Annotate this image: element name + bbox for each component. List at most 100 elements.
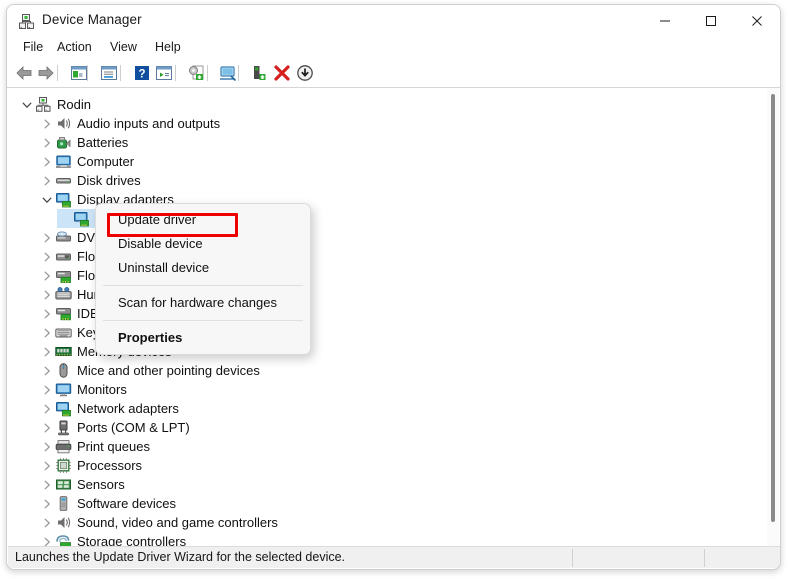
chevron-right-icon[interactable] [39,114,55,133]
chevron-right-icon[interactable] [39,418,55,437]
dvd-drive-icon [55,229,72,246]
tree-item-ports-com-lpt[interactable]: Ports (COM & LPT) [39,418,190,437]
status-text: Launches the Update Driver Wizard for th… [15,550,345,564]
chevron-right-icon[interactable] [39,399,55,418]
chevron-right-icon[interactable] [39,342,55,361]
tree-item-label: Rodin [57,95,91,114]
chevron-right-icon[interactable] [39,304,55,323]
uninstall-device-icon[interactable] [248,62,270,84]
software-device-icon [55,495,72,512]
menu-label: Help [155,40,181,54]
chevron-right-icon[interactable] [39,380,55,399]
chevron-right-icon[interactable] [39,494,55,513]
context-menu-separator [103,320,303,321]
chevron-right-icon[interactable] [39,266,55,285]
disable-device-icon [272,63,292,83]
chevron-right-icon[interactable] [39,437,55,456]
tree-item-disk-drives[interactable]: Disk drives [39,171,141,190]
device-manager-window: Device Manager File Action View Help ? Rodi… [6,4,781,570]
processor-icon [55,457,72,474]
tree-item-label: Print queues [77,437,150,456]
network-adapter-icon [55,400,72,417]
forward-icon [36,63,56,83]
update-driver-icon[interactable] [186,62,208,84]
disk-drive-icon [55,172,72,189]
tree-item-sensors[interactable]: Sensors [39,475,125,494]
properties-icon[interactable] [98,62,120,84]
monitor-icon [55,381,72,398]
maximize-icon [705,15,717,27]
minimize-button[interactable] [642,5,688,37]
tree-item-computer[interactable]: Computer [39,152,134,171]
context-menu-item-uninstall-device[interactable]: Uninstall device [96,256,310,280]
sensor-icon [55,476,72,493]
show-hide-console-tree-icon[interactable] [68,62,90,84]
chevron-right-icon[interactable] [39,456,55,475]
back-icon[interactable] [13,62,35,84]
chevron-right-icon[interactable] [39,171,55,190]
toolbar-separator [120,65,121,81]
status-separator [704,549,705,567]
chevron-right-icon[interactable] [39,133,55,152]
menu-label: File [23,40,43,54]
context-menu[interactable]: Update driverDisable deviceUninstall dev… [95,203,311,355]
tree-item-label: Computer [77,152,134,171]
no-chevron-icon [57,209,73,228]
hid-icon [55,286,72,303]
back-icon [14,63,34,83]
chevron-right-icon[interactable] [39,247,55,266]
scan-for-hardware-changes-icon[interactable] [217,62,239,84]
context-menu-item-scan-for-hardware-changes[interactable]: Scan for hardware changes [96,291,310,315]
chevron-right-icon[interactable] [39,361,55,380]
floppy-disk-icon [55,248,72,265]
menu-action[interactable]: Action [51,39,98,59]
disable-device-icon[interactable] [271,62,293,84]
tree-item-label: Processors [77,456,142,475]
update-driver-icon [187,63,207,83]
tree-item-print-queues[interactable]: Print queues [39,437,150,456]
chevron-right-icon[interactable] [39,323,55,342]
tree-item-monitors[interactable]: Monitors [39,380,127,399]
menu-view[interactable]: View [104,39,143,59]
maximize-button[interactable] [688,5,734,37]
properties-icon [99,63,119,83]
vertical-scrollbar[interactable] [767,88,779,547]
context-menu-item-update-driver[interactable]: Update driver [96,208,310,232]
menu-help[interactable]: Help [149,39,187,59]
tree-item-software-devices[interactable]: Software devices [39,494,176,513]
tree-item-processors[interactable]: Processors [39,456,142,475]
tree-item-audio-inputs-and-outputs[interactable]: Audio inputs and outputs [39,114,220,133]
chevron-right-icon[interactable] [39,475,55,494]
tree-item-mice-and-other-pointing-devices[interactable]: Mice and other pointing devices [39,361,260,380]
title-bar: Device Manager [7,5,780,37]
help-icon[interactable]: ? [131,62,153,84]
tree-item-label: Batteries [77,133,128,152]
close-button[interactable] [734,5,780,37]
tree-item-label: Mice and other pointing devices [77,361,260,380]
context-menu-item-disable-device[interactable]: Disable device [96,232,310,256]
chevron-right-icon[interactable] [39,228,55,247]
chevron-right-icon[interactable] [39,532,55,547]
context-menu-item-properties[interactable]: Properties [96,326,310,350]
chevron-right-icon[interactable] [39,152,55,171]
show-hide-action-pane-icon[interactable] [153,62,175,84]
tree-item-network-adapters[interactable]: Network adapters [39,399,179,418]
uninstall-device-icon [249,63,269,83]
tree-item-rodin[interactable]: Rodin [19,95,91,114]
show-hide-console-tree-icon [69,63,89,83]
device-manager-icon [18,13,35,30]
chevron-down-icon[interactable] [19,95,35,114]
tree-item-label: Disk drives [77,171,141,190]
scrollbar-thumb[interactable] [771,94,775,522]
forward-icon[interactable] [35,62,57,84]
keyboard-icon [55,324,72,341]
tree-item-batteries[interactable]: Batteries [39,133,128,152]
tree-item-storage-controllers[interactable]: Storage controllers [39,532,186,547]
enable-device-icon[interactable] [294,62,316,84]
chevron-right-icon[interactable] [39,285,55,304]
display-adapter-icon [73,210,90,227]
chevron-down-icon[interactable] [39,190,55,209]
tree-item-sound-video-and-game-controllers[interactable]: Sound, video and game controllers [39,513,278,532]
chevron-right-icon[interactable] [39,513,55,532]
menu-file[interactable]: File [17,39,49,59]
